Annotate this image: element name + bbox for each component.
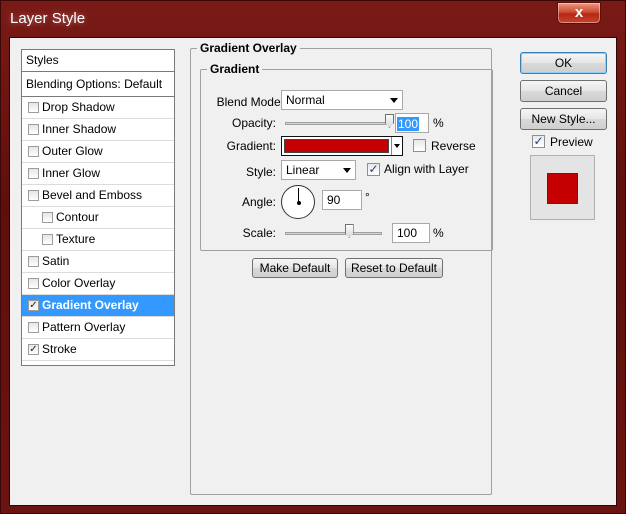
layer-style-dialog: Layer Style x Styles Blending Options: D… (0, 0, 626, 514)
style-item-checkbox[interactable] (42, 234, 53, 245)
styles-header-label: Styles (26, 53, 59, 67)
panel-title: Gradient Overlay (200, 41, 297, 55)
blend-mode-label: Blend Mode: (216, 95, 284, 109)
scale-slider-track[interactable] (285, 232, 382, 235)
opacity-label: Opacity: (231, 116, 276, 130)
title-bar[interactable]: Layer Style x (1, 1, 625, 37)
chevron-down-icon (394, 144, 400, 148)
style-item-checkbox[interactable] (28, 256, 39, 267)
blend-mode-value: Normal (286, 93, 325, 107)
ok-button[interactable]: OK (520, 52, 607, 74)
blending-options-label: Blending Options: Default (26, 77, 163, 91)
style-item-label: Pattern Overlay (42, 320, 126, 334)
preview-checkbox[interactable] (532, 135, 545, 148)
style-item-label: Texture (56, 232, 96, 246)
style-item-inner-glow[interactable]: Inner Glow (22, 163, 174, 185)
blend-mode-select[interactable]: Normal (281, 90, 403, 110)
opacity-slider-track[interactable] (285, 122, 390, 125)
style-item-drop-shadow[interactable]: Drop Shadow (22, 97, 174, 119)
gradient-group-title: Gradient (210, 62, 260, 76)
style-item-color-overlay[interactable]: Color Overlay (22, 273, 174, 295)
style-item-satin[interactable]: Satin (22, 251, 174, 273)
align-with-layer-checkbox[interactable] (367, 163, 380, 176)
style-label: Style: (245, 165, 276, 179)
gradient-picker[interactable] (281, 136, 403, 156)
gradient-swatch[interactable] (284, 139, 389, 153)
close-button[interactable]: x (557, 2, 601, 24)
preview-swatch (547, 173, 578, 204)
style-item-label: Color Overlay (42, 276, 116, 290)
style-item-bevel-and-emboss[interactable]: Bevel and Emboss (22, 185, 174, 207)
angle-input[interactable]: 90 (322, 190, 362, 210)
scale-label: Scale: (242, 226, 276, 240)
style-item-label: Outer Glow (42, 144, 103, 158)
angle-dial-center (297, 201, 301, 205)
reverse-checkbox[interactable] (413, 139, 426, 152)
style-select[interactable]: Linear (281, 160, 356, 180)
align-with-layer-label: Align with Layer (384, 162, 469, 176)
blending-options-item[interactable]: Blending Options: Default (22, 72, 174, 97)
style-item-checkbox[interactable] (42, 212, 53, 223)
dialog-client-area: Styles Blending Options: Default Drop Sh… (9, 37, 617, 506)
style-item-checkbox[interactable] (28, 322, 39, 333)
style-item-label: Satin (42, 254, 70, 268)
make-default-button[interactable]: Make Default (252, 258, 338, 278)
style-item-inner-shadow[interactable]: Inner Shadow (22, 119, 174, 141)
preview-thumbnail (530, 155, 595, 220)
style-item-label: Stroke (42, 342, 77, 356)
style-item-checkbox[interactable] (28, 344, 39, 355)
chevron-down-icon (343, 168, 351, 173)
angle-hand-line (298, 188, 299, 202)
style-item-label: Drop Shadow (42, 100, 115, 114)
preview-label: Preview (550, 135, 593, 149)
scale-unit: % (433, 226, 444, 240)
style-item-checkbox[interactable] (28, 124, 39, 135)
style-item-checkbox[interactable] (28, 278, 39, 289)
window-title: Layer Style (10, 10, 86, 27)
close-icon: x (574, 4, 584, 21)
style-item-checkbox[interactable] (28, 300, 39, 311)
gradient-label: Gradient: (226, 139, 276, 153)
styles-list-header[interactable]: Styles (22, 50, 174, 72)
style-item-outer-glow[interactable]: Outer Glow (22, 141, 174, 163)
gradient-dropdown-button[interactable] (391, 137, 402, 155)
style-item-checkbox[interactable] (28, 146, 39, 157)
style-item-checkbox[interactable] (28, 168, 39, 179)
opacity-unit: % (433, 116, 444, 130)
opacity-input[interactable]: 100 (395, 113, 429, 133)
reset-to-default-button[interactable]: Reset to Default (345, 258, 443, 278)
angle-value: 90 (327, 193, 341, 207)
angle-unit: ° (365, 190, 370, 204)
style-item-checkbox[interactable] (28, 190, 39, 201)
cancel-button[interactable]: Cancel (520, 80, 607, 102)
scale-value: 100 (397, 226, 418, 240)
style-item-label: Bevel and Emboss (42, 188, 143, 202)
style-item-stroke[interactable]: Stroke (22, 339, 174, 361)
style-item-gradient-overlay[interactable]: Gradient Overlay (22, 295, 174, 317)
style-value: Linear (286, 163, 320, 177)
style-item-label: Inner Glow (42, 166, 101, 180)
scale-input[interactable]: 100 (392, 223, 430, 243)
new-style-button[interactable]: New Style... (520, 108, 607, 130)
chevron-down-icon (390, 98, 398, 103)
style-item-checkbox[interactable] (28, 102, 39, 113)
opacity-value: 100 (397, 117, 420, 131)
style-item-pattern-overlay[interactable]: Pattern Overlay (22, 317, 174, 339)
reverse-label: Reverse (431, 139, 476, 153)
style-item-label: Inner Shadow (42, 122, 117, 136)
style-item-texture[interactable]: Texture (22, 229, 174, 251)
angle-dial[interactable] (281, 185, 315, 219)
style-item-label: Gradient Overlay (42, 298, 139, 312)
styles-list: Styles Blending Options: Default Drop Sh… (21, 49, 175, 366)
angle-label: Angle: (241, 195, 276, 209)
style-item-label: Contour (56, 210, 99, 224)
style-item-contour[interactable]: Contour (22, 207, 174, 229)
